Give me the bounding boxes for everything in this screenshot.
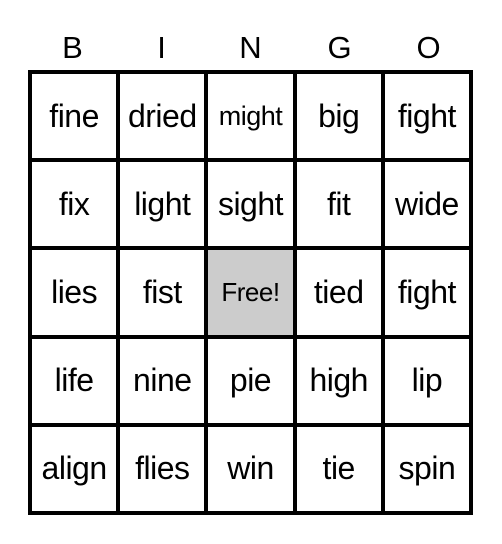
header-letter-n: N [239,30,262,65]
bingo-cell[interactable]: tied [294,248,383,337]
bingo-cell[interactable]: win [206,424,295,513]
bingo-board: fine dried might big fight fix light sig… [28,70,473,515]
bingo-cell[interactable]: dried [118,72,207,161]
bingo-cell[interactable]: sight [206,160,295,249]
bingo-cell[interactable]: fight [382,72,471,161]
bingo-cell[interactable]: spin [382,424,471,513]
bingo-cell[interactable]: light [118,160,207,249]
bingo-cell[interactable]: fit [294,160,383,249]
bingo-cell[interactable]: lies [30,248,119,337]
bingo-cell[interactable]: might [206,72,295,161]
bingo-cell[interactable]: big [294,72,383,161]
bingo-cell[interactable]: fight [382,248,471,337]
bingo-cell[interactable]: align [30,424,119,513]
bingo-cell[interactable]: pie [206,336,295,425]
bingo-cell[interactable]: lip [382,336,471,425]
bingo-cell[interactable]: life [30,336,119,425]
bingo-cell[interactable]: flies [118,424,207,513]
bingo-header: B I N G O [28,28,473,68]
bingo-cell[interactable]: fix [30,160,119,249]
header-letter-o: O [416,30,441,65]
header-letter-i: I [157,30,166,65]
bingo-cell[interactable]: fist [118,248,207,337]
free-space-cell[interactable]: Free! [206,248,295,337]
bingo-cell[interactable]: nine [118,336,207,425]
header-letter-g: G [327,30,352,65]
bingo-cell[interactable]: wide [382,160,471,249]
bingo-cell[interactable]: fine [30,72,119,161]
bingo-cell[interactable]: high [294,336,383,425]
bingo-cell[interactable]: tie [294,424,383,513]
header-letter-b: B [62,30,83,65]
